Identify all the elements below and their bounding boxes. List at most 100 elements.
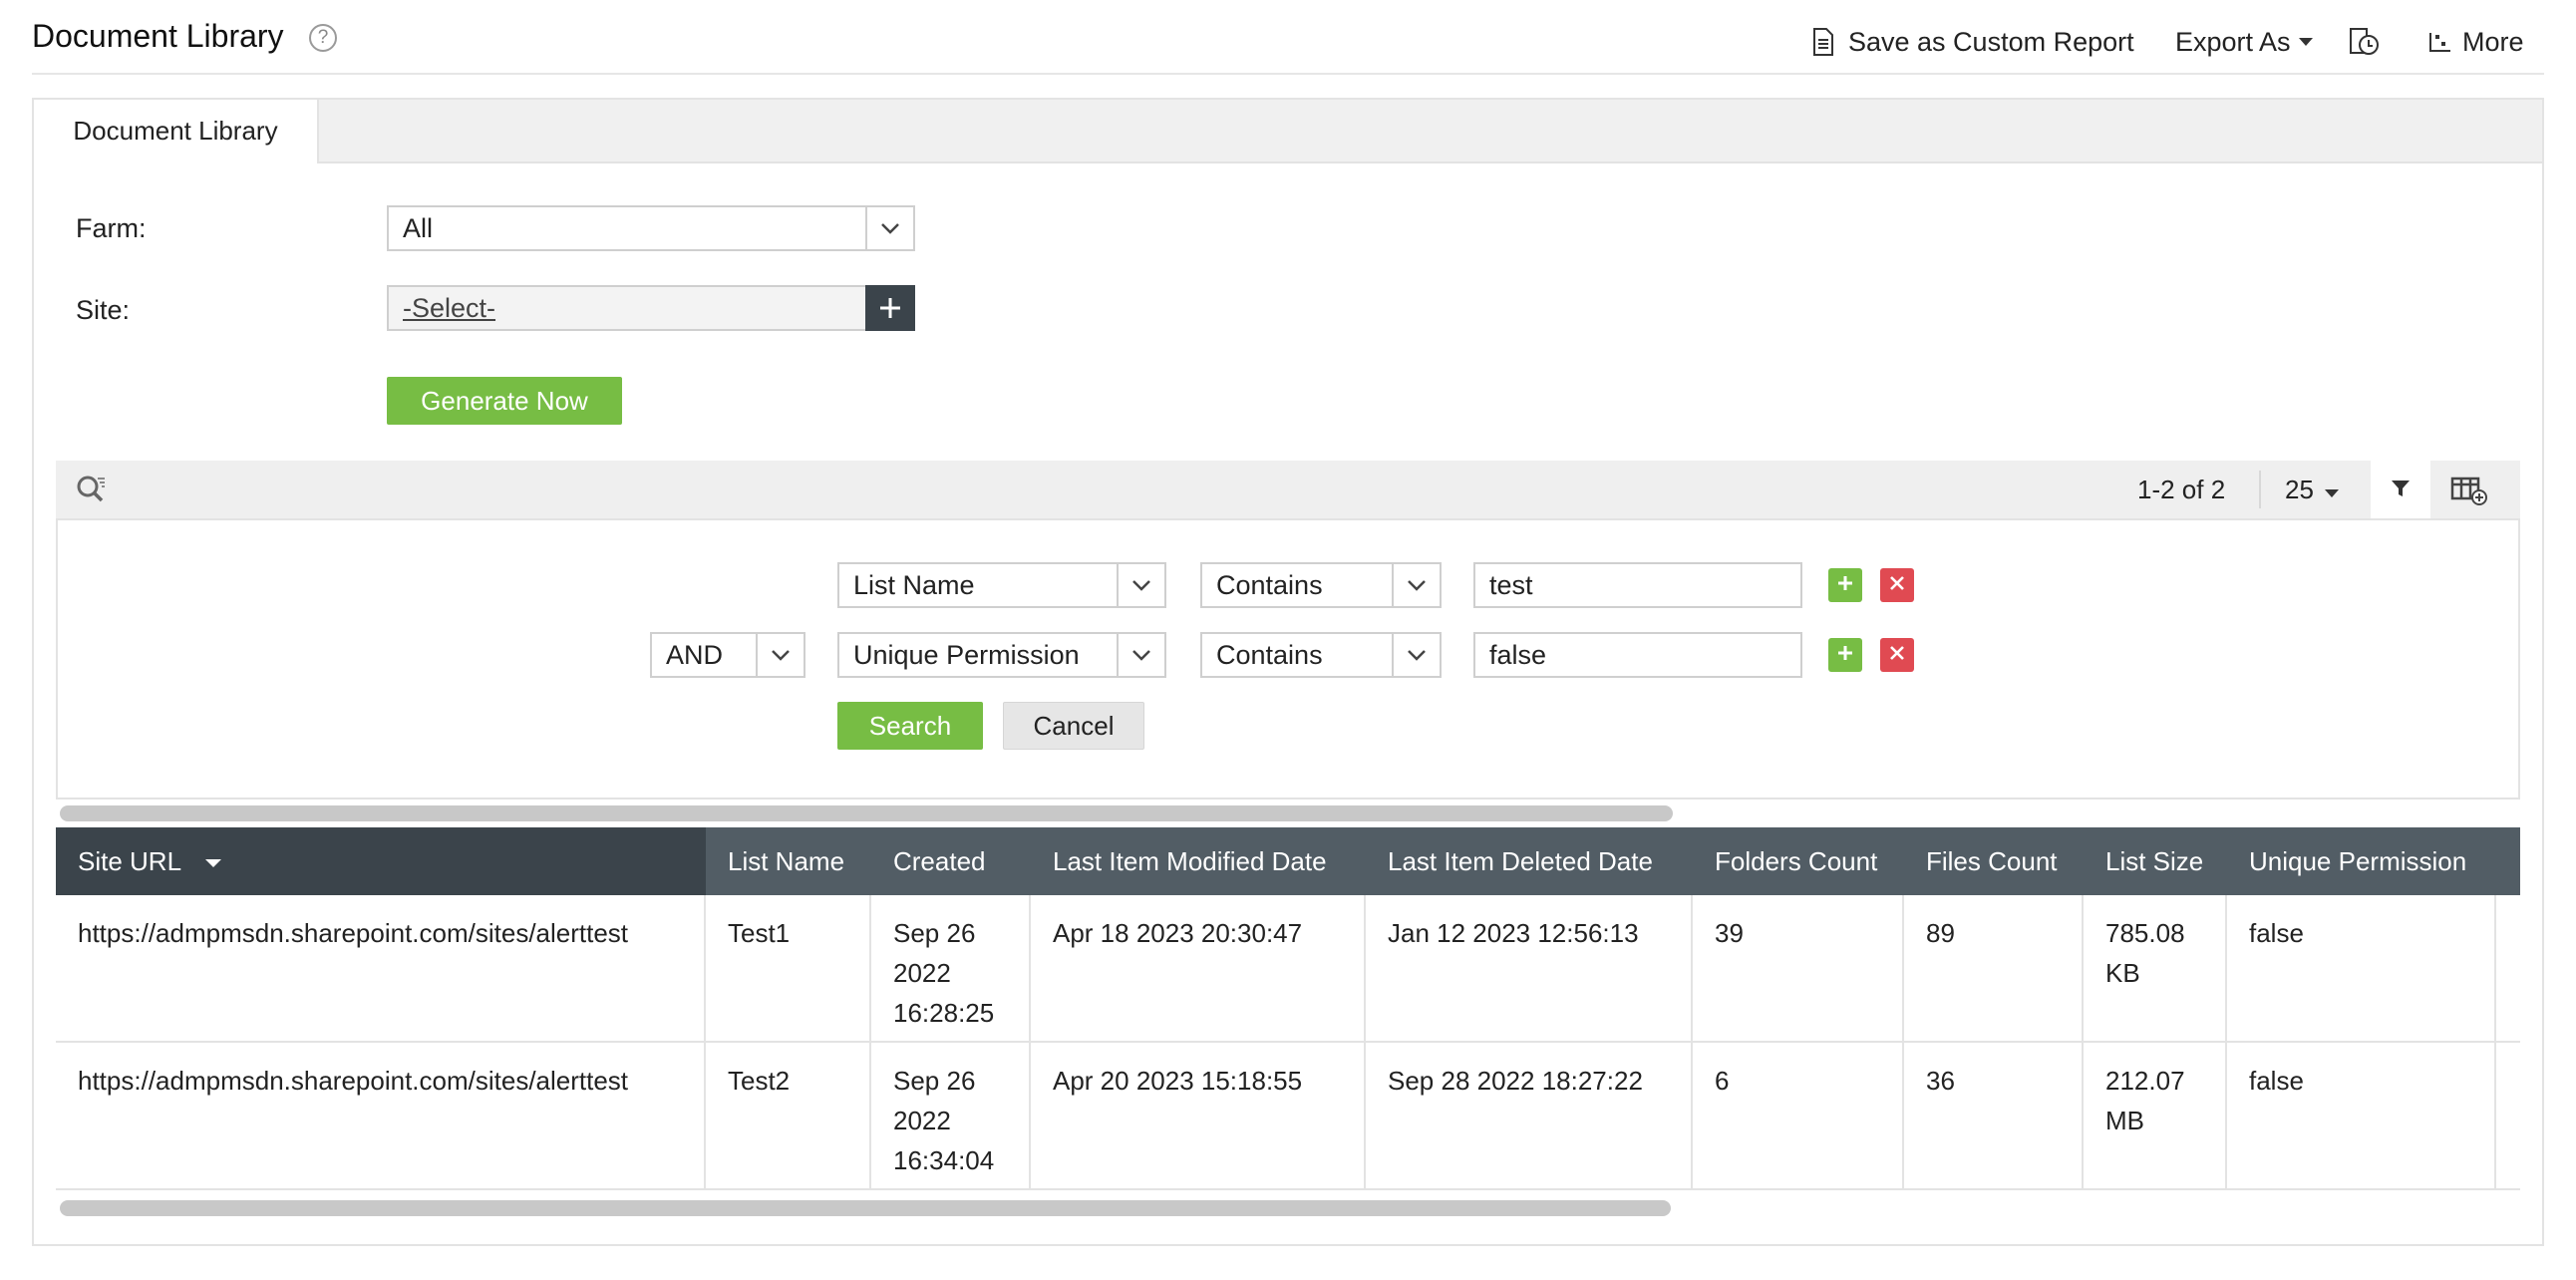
export-as-button[interactable]: Export As xyxy=(2175,22,2313,62)
filter-1-operator-value: Contains xyxy=(1216,570,1323,600)
cell-site-url: https://admpmsdn.sharepoint.com/sites/al… xyxy=(56,895,706,1041)
table-header-row: Site URL List Name Created Last Item Mod… xyxy=(56,827,2520,895)
table-row[interactable]: https://admpmsdn.sharepoint.com/sites/al… xyxy=(56,1043,2520,1190)
cell-last-modified: Apr 20 2023 15:18:55 xyxy=(1031,1043,1366,1188)
filter-2-value-input[interactable]: false xyxy=(1473,632,1802,678)
cell-created-time: 16:34:04 xyxy=(893,1145,995,1175)
chevron-down-icon xyxy=(1392,564,1440,606)
plus-icon xyxy=(1836,644,1854,667)
add-filter-button[interactable] xyxy=(1828,638,1862,672)
remove-filter-button[interactable] xyxy=(1880,638,1914,672)
chevron-down-icon xyxy=(1117,564,1164,606)
save-custom-report-button[interactable]: Save as Custom Report xyxy=(1812,22,2134,62)
page-header: Document Library ? Save as Custom Report… xyxy=(0,0,2576,76)
column-header-last-deleted[interactable]: Last Item Deleted Date xyxy=(1366,827,1693,895)
cell-list-size-value: 212.07 xyxy=(2105,1066,2185,1096)
filter-1-value-input[interactable]: test xyxy=(1473,562,1802,608)
filter-2-conjunction-value: AND xyxy=(666,640,724,670)
plus-icon xyxy=(1836,574,1854,597)
page-size-value: 25 xyxy=(2285,475,2314,504)
cell-last-deleted: Sep 28 2022 18:27:22 xyxy=(1366,1043,1693,1188)
more-label: More xyxy=(2462,26,2524,57)
site-select-value[interactable]: -Select- xyxy=(403,287,495,329)
cell-files-count: 36 xyxy=(1904,1043,2084,1188)
column-chooser-icon[interactable] xyxy=(2450,475,2488,511)
header-divider xyxy=(32,73,2544,75)
page-title: Document Library xyxy=(32,18,284,54)
cell-created-date: Sep 26 xyxy=(893,1066,976,1096)
cell-folders-count: 6 xyxy=(1693,1043,1904,1188)
cell-created-year: 2022 xyxy=(893,958,951,988)
column-header-site-url[interactable]: Site URL xyxy=(56,827,706,895)
cell-list-name: Test1 xyxy=(706,895,871,1041)
document-icon xyxy=(1812,28,1834,56)
more-icon xyxy=(2428,31,2452,53)
schedule-report-button[interactable] xyxy=(2349,22,2381,62)
filter-1-field-value: List Name xyxy=(853,570,975,600)
column-header-list-name[interactable]: List Name xyxy=(706,827,871,895)
cell-last-deleted: Jan 12 2023 12:56:13 xyxy=(1366,895,1693,1041)
farm-label: Farm: xyxy=(76,213,147,243)
tab-document-library[interactable]: Document Library xyxy=(34,100,319,163)
horizontal-scrollbar-top[interactable] xyxy=(60,805,1673,821)
column-header-list-size[interactable]: List Size xyxy=(2084,827,2227,895)
results-toolbar: 1-2 of 2 25 xyxy=(56,461,2520,520)
cell-list-name: Test2 xyxy=(706,1043,871,1188)
column-header-files-count[interactable]: Files Count xyxy=(1904,827,2084,895)
table-row[interactable]: https://admpmsdn.sharepoint.com/sites/al… xyxy=(56,895,2520,1043)
site-label: Site: xyxy=(76,295,131,325)
column-header-last-modified[interactable]: Last Item Modified Date xyxy=(1031,827,1366,895)
cell-list-size-value: 785.08 xyxy=(2105,918,2185,948)
page-size-select[interactable]: 25 xyxy=(2285,461,2340,518)
close-icon xyxy=(1889,575,1905,596)
column-header-created[interactable]: Created xyxy=(871,827,1031,895)
filter-2-field-value: Unique Permission xyxy=(853,640,1080,670)
filter-2-operator-select[interactable]: Contains xyxy=(1200,632,1442,678)
pagination-text: 1-2 of 2 xyxy=(2137,475,2226,504)
chevron-down-icon xyxy=(865,207,913,249)
farm-select[interactable]: All xyxy=(387,205,915,251)
cell-list-size-unit: KB xyxy=(2105,958,2140,988)
cell-unique-permission: false xyxy=(2227,1043,2496,1188)
sort-desc-icon xyxy=(205,859,222,868)
cell-created-date: Sep 26 xyxy=(893,918,976,948)
add-site-button[interactable] xyxy=(865,285,915,331)
cell-unique-permission: false xyxy=(2227,895,2496,1041)
generate-now-button[interactable]: Generate Now xyxy=(387,377,622,425)
cell-created: Sep 26 2022 16:28:25 xyxy=(871,895,1031,1041)
site-select[interactable]: -Select- xyxy=(387,285,915,331)
cell-created-time: 16:28:25 xyxy=(893,998,995,1028)
filter-2-field-select[interactable]: Unique Permission xyxy=(837,632,1166,678)
caret-down-icon xyxy=(2298,37,2313,47)
cell-created-year: 2022 xyxy=(893,1106,951,1135)
cell-list-size-unit: MB xyxy=(2105,1106,2144,1135)
cell-created: Sep 26 2022 16:34:04 xyxy=(871,1043,1031,1188)
cell-list-size: 212.07 MB xyxy=(2084,1043,2227,1188)
search-icon[interactable] xyxy=(76,475,108,509)
horizontal-scrollbar-bottom[interactable] xyxy=(60,1200,1671,1216)
add-filter-button[interactable] xyxy=(1828,568,1862,602)
remove-filter-button[interactable] xyxy=(1880,568,1914,602)
cell-folders-count: 39 xyxy=(1693,895,1904,1041)
toolbar-divider xyxy=(2259,471,2261,508)
column-header-folders-count[interactable]: Folders Count xyxy=(1693,827,1904,895)
cell-list-size: 785.08 KB xyxy=(2084,895,2227,1041)
filter-2-operator-value: Contains xyxy=(1216,640,1323,670)
filter-2-conjunction-select[interactable]: AND xyxy=(650,632,805,678)
cell-last-modified: Apr 18 2023 20:30:47 xyxy=(1031,895,1366,1041)
column-header-label: Site URL xyxy=(78,846,181,876)
cancel-button[interactable]: Cancel xyxy=(1003,702,1144,750)
chevron-down-icon xyxy=(1392,634,1440,676)
chevron-down-icon xyxy=(756,634,804,676)
filter-1-operator-select[interactable]: Contains xyxy=(1200,562,1442,608)
column-header-unique-permission[interactable]: Unique Permission xyxy=(2227,827,2496,895)
filter-button[interactable] xyxy=(2371,461,2430,520)
filter-1-field-select[interactable]: List Name xyxy=(837,562,1166,608)
tab-bar: Document Library xyxy=(34,100,2542,163)
more-button[interactable]: More xyxy=(2428,22,2524,62)
search-button[interactable]: Search xyxy=(837,702,983,750)
save-custom-report-label: Save as Custom Report xyxy=(1848,26,2134,57)
help-icon[interactable]: ? xyxy=(309,24,337,52)
cell-files-count: 89 xyxy=(1904,895,2084,1041)
results-table: Site URL List Name Created Last Item Mod… xyxy=(56,827,2520,1192)
